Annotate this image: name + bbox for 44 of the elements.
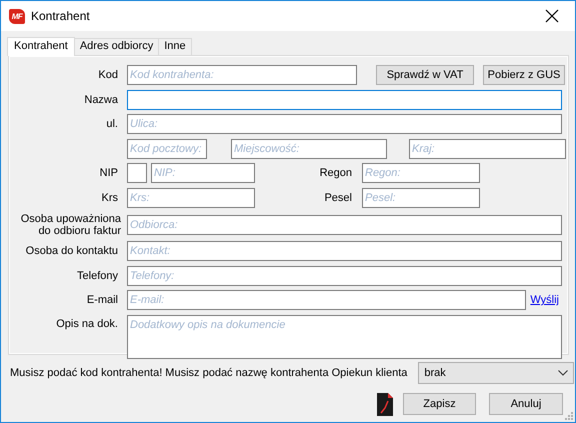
validation-message: Musisz podać kod kontrahenta! Musisz podać nazwę kontrahenta — [10, 367, 329, 379]
field-label: Krs — [100, 192, 119, 204]
action-button[interactable]: Sprawdź w VAT — [376, 65, 474, 85]
text-field[interactable]: E-mail: — [127, 290, 526, 310]
field-label: Osoba upoważniona do odbioru faktur — [20, 212, 122, 237]
text-field[interactable]: Krs: — [127, 188, 255, 208]
action-button[interactable]: Pobierz z GUS — [483, 65, 565, 85]
text-field[interactable]: Miejscowość: — [231, 138, 387, 159]
caret-icon[interactable] — [558, 370, 568, 376]
text-field[interactable]: Kod kontrahenta: — [127, 65, 357, 85]
field-label: E-mail — [86, 294, 119, 306]
text-field[interactable]: Kraj: — [409, 138, 566, 159]
field-label: Opis na dok. — [55, 316, 119, 330]
caretaker-dropdown[interactable]: brak — [418, 362, 574, 384]
window-title: Kontrahent — [31, 9, 91, 23]
close-icon[interactable] — [545, 9, 559, 23]
text-field[interactable]: Kod pocztowy: — [127, 138, 207, 159]
text-field[interactable]: Pesel: — [362, 188, 480, 208]
field-label: ul. — [105, 118, 119, 130]
text-field[interactable]: Odbiorca: — [127, 214, 562, 235]
text-field[interactable]: Ulica: — [127, 114, 562, 134]
text-field[interactable]: Regon: — [362, 163, 480, 184]
prefix-field[interactable] — [127, 163, 147, 184]
send-link[interactable]: Wyślij — [530, 294, 559, 306]
field-label: NIP — [98, 167, 119, 180]
field-label: Osoba do kontaktu — [24, 245, 119, 258]
text-field[interactable]: NIP: — [151, 163, 255, 184]
app-logo: MF — [9, 8, 25, 24]
dialog-button[interactable]: Zapisz — [403, 393, 476, 415]
field-label: Opiekun klienta — [332, 367, 408, 379]
field-label: Nazwa — [83, 94, 119, 106]
resize-grip-icon[interactable] — [564, 411, 574, 421]
text-area[interactable]: Dodatkowy opis na dokumencie — [127, 314, 562, 359]
dialog-button[interactable]: Anuluj — [489, 393, 563, 415]
tab[interactable]: Inne — [158, 38, 192, 55]
text-field[interactable] — [127, 90, 562, 110]
field-label: Pesel — [323, 192, 353, 204]
text-field[interactable]: Telefony: — [127, 266, 562, 286]
field-label: Kod — [97, 69, 119, 81]
pdf-document-icon[interactable] — [377, 392, 393, 416]
field-label: Regon — [318, 167, 353, 180]
field-label: Telefony — [76, 270, 119, 282]
text-field[interactable]: Kontakt: — [127, 241, 562, 262]
tab[interactable]: Kontrahent — [7, 37, 75, 56]
